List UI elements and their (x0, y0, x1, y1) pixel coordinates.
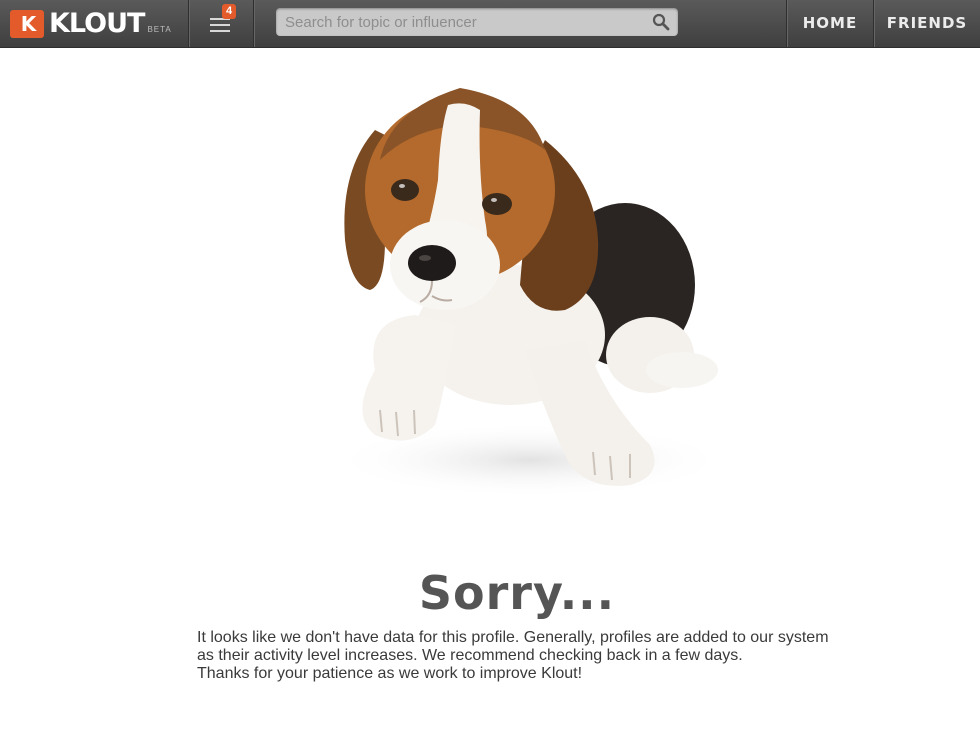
beta-label: BETA (147, 25, 172, 34)
klout-logo-mark: K (10, 9, 44, 38)
divider (188, 0, 189, 47)
klout-logo-text: KLOUT (49, 8, 145, 39)
nav-friends-link[interactable]: FRIENDS (874, 0, 980, 47)
sad-puppy-illustration (330, 88, 730, 498)
error-message-block: It looks like we don't have data for thi… (197, 629, 847, 683)
search-icon[interactable] (652, 13, 670, 31)
notifications-menu-button[interactable]: 4 (208, 4, 236, 36)
thanks-message: Thanks for your patience as we work to i… (197, 665, 583, 682)
error-title: Sorry... (418, 566, 616, 620)
divider (253, 0, 254, 47)
search-input[interactable] (276, 8, 645, 36)
nav-home-link[interactable]: HOME (787, 0, 873, 47)
notification-count-badge: 4 (222, 4, 236, 19)
klout-logo[interactable]: K KLOUT BETA (10, 8, 172, 39)
top-navigation-bar: K KLOUT BETA 4 HOME FRIENDS (0, 0, 980, 48)
search-box (276, 8, 678, 36)
error-message: It looks like we don't have data for thi… (197, 629, 829, 664)
